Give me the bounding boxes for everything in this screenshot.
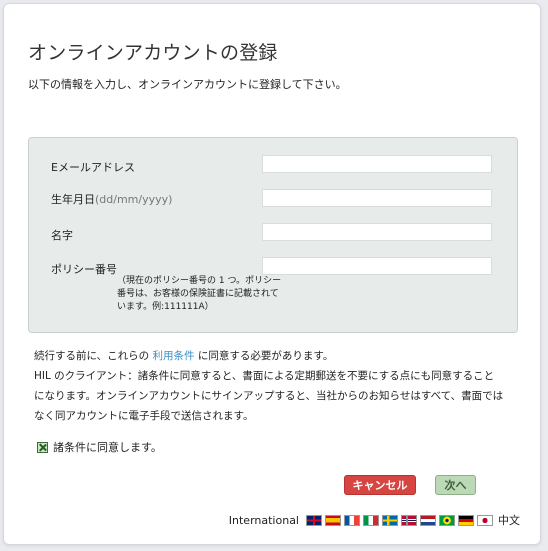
sweden-flag-icon[interactable] (382, 514, 398, 526)
brazil-flag-icon[interactable] (439, 514, 455, 526)
dob-field[interactable] (262, 189, 492, 207)
terms-intro: 続行する前に、これらの 利用条件 に同意する必要があります。 (34, 346, 504, 366)
email-field[interactable] (262, 155, 492, 173)
registration-window: オンラインアカウントの登録 以下の情報を入力し、オンラインアカウントに登録して下… (3, 3, 541, 545)
next-button[interactable]: 次へ (435, 475, 476, 495)
page-subtitle: 以下の情報を入力し、オンラインアカウントに登録して下さい。 (28, 78, 347, 91)
language-bar: International 中文 (229, 512, 520, 528)
policy-number-note: （現在のポリシー番号の 1 つ。ポリシー番号は、お客様の保険証書に記載されていま… (117, 276, 282, 312)
surname-field[interactable] (262, 223, 492, 241)
france-flag-icon[interactable] (344, 514, 360, 526)
email-label: Eメールアドレス (51, 161, 135, 174)
dob-label-text: 生年月日 (51, 193, 95, 206)
terms-intro-suffix: に同意する必要があります。 (197, 350, 334, 362)
dob-label: 生年月日(dd/mm/yyyy) (51, 191, 172, 207)
surname-label: 名字 (51, 229, 73, 242)
registration-form-panel: Eメールアドレス 生年月日(dd/mm/yyyy) 名字 ポリシー番号 （現在の… (28, 137, 518, 333)
terms-notice: 続行する前に、これらの 利用条件 に同意する必要があります。 HIL のクライア… (34, 346, 504, 426)
policy-number-label: ポリシー番号 (51, 263, 117, 276)
spain-flag-icon[interactable] (325, 514, 341, 526)
germany-flag-icon[interactable] (458, 514, 474, 526)
agree-label[interactable]: 諸条件に同意します。 (53, 439, 162, 455)
terms-link[interactable]: 利用条件 (153, 350, 195, 362)
chinese-language-link[interactable]: 中文 (498, 512, 520, 528)
italy-flag-icon[interactable] (363, 514, 379, 526)
international-label: International (228, 513, 299, 527)
uk-flag-icon[interactable] (306, 514, 322, 526)
cancel-button[interactable]: キャンセル (344, 475, 416, 495)
netherlands-flag-icon[interactable] (420, 514, 436, 526)
agree-checkbox[interactable] (37, 441, 48, 453)
agree-row: 諸条件に同意します。 (37, 439, 162, 455)
terms-detail: HIL のクライアント：諸条件に同意すると、書面による定期郵送を不要にする点にも… (34, 370, 504, 422)
japan-flag-icon[interactable] (477, 514, 493, 526)
terms-intro-prefix: 続行する前に、これらの (34, 350, 150, 362)
page-title: オンラインアカウントの登録 (28, 42, 278, 64)
norway-flag-icon[interactable] (401, 514, 417, 526)
policy-number-field[interactable] (262, 257, 492, 275)
dob-format-hint: (dd/mm/yyyy) (95, 193, 173, 206)
